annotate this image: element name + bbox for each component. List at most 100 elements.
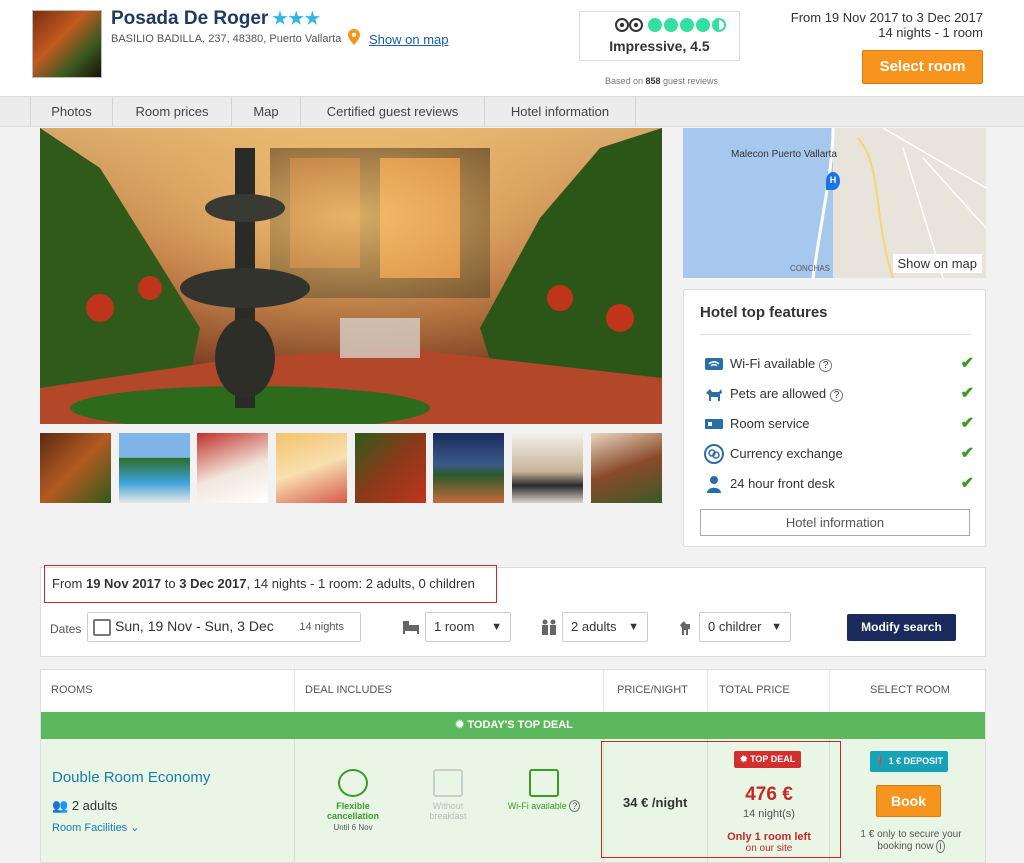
deposit-badge: ❗ 1 € DEPOSIT xyxy=(870,751,948,772)
search-summary: From 19 Nov 2017 to 3 Dec 2017, 14 night… xyxy=(44,565,497,603)
deal-flexible-cancellation: Flexible cancellation Until 6 Nov xyxy=(313,769,393,832)
pet-icon xyxy=(706,389,722,401)
tab-reviews[interactable]: Certified guest reviews xyxy=(301,97,485,127)
info-icon[interactable]: ? xyxy=(829,389,844,402)
availability-warning: Only 1 room left xyxy=(727,831,811,843)
tripadvisor-owl-icon xyxy=(615,18,643,32)
deal-includes-cell: Flexible cancellation Until 6 Nov Withou… xyxy=(295,739,604,862)
calendar-icon xyxy=(93,619,111,636)
checkmark-icon: ✔ xyxy=(960,385,974,402)
feature-pets: Pets are allowed ? ✔ xyxy=(704,383,974,405)
stay-nights-line: 14 nights - 1 room xyxy=(878,25,983,40)
feature-front-desk: 24 hour front desk ✔ xyxy=(704,473,974,495)
hotel-header: Posada De Roger ★★★ BASILIO BADILLA, 237,… xyxy=(0,0,1024,97)
wifi-icon xyxy=(529,769,559,797)
room-cell: Double Room Economy 👥 2 adults Room Faci… xyxy=(41,739,295,862)
star-rating: ★★★ xyxy=(272,9,322,28)
adults-select[interactable]: 2 adults ▼ xyxy=(562,612,648,642)
hotel-top-features: Hotel top features Wi-Fi available ? ✔ P… xyxy=(683,289,986,547)
checkmark-icon: ✔ xyxy=(960,355,974,372)
room-facilities-link[interactable]: Room Facilities ⌄ xyxy=(52,821,139,834)
map-preview[interactable]: Malecon Puerto Vallarta H CONCHAS Show o… xyxy=(683,128,986,278)
feature-label: 24 hour front desk xyxy=(730,476,835,491)
column-header-total-price: TOTAL PRICE xyxy=(708,670,830,712)
front-desk-icon xyxy=(707,476,721,493)
main-photo[interactable] xyxy=(40,128,662,424)
tab-map[interactable]: Map xyxy=(232,97,301,127)
nights-count: 14 nights xyxy=(299,621,344,633)
people-icon: 👥 xyxy=(52,798,69,813)
feature-label: Pets are allowed ? xyxy=(730,386,844,402)
tab-room-prices[interactable]: Room prices xyxy=(113,97,232,127)
hotel-address: BASILIO BADILLA, 237, 48380, Puerto Vall… xyxy=(111,33,342,45)
thumbnail-photo[interactable] xyxy=(433,433,504,503)
show-on-map-link[interactable]: Show on map xyxy=(369,32,449,47)
thumbnail-photo[interactable] xyxy=(355,433,426,503)
thumbnail-photo[interactable] xyxy=(119,433,190,503)
rating-bubble xyxy=(664,18,678,32)
checkmark-icon: ✔ xyxy=(960,445,974,462)
availability-note: on our site xyxy=(745,843,793,854)
gear-badge-icon: ✹ xyxy=(740,754,748,764)
thumbnail-photo[interactable] xyxy=(276,433,347,503)
column-header-select-room: SELECT ROOM xyxy=(870,684,950,696)
alert-icon: ❗ xyxy=(874,756,887,766)
stay-dates-line: From 19 Nov 2017 to 3 Dec 2017 xyxy=(790,10,983,25)
map-show-button[interactable]: Show on map xyxy=(892,254,982,273)
children-select[interactable]: 0 childrer ▼ xyxy=(699,612,791,642)
photo-thumbnails xyxy=(40,433,662,503)
feature-room-service: Room service ✔ xyxy=(704,413,974,435)
info-icon[interactable]: ? xyxy=(818,359,833,372)
column-header-rooms: ROOMS xyxy=(41,670,295,712)
adults-icon xyxy=(542,619,556,635)
modify-search-button[interactable]: Modify search xyxy=(847,614,956,641)
hotel-map-marker[interactable]: H xyxy=(826,172,840,190)
bed-icon xyxy=(403,621,419,634)
map-label-malecon: Malecon Puerto Vallarta xyxy=(731,149,837,160)
room-occupancy: 👥 2 adults xyxy=(52,798,118,813)
children-icon xyxy=(680,621,690,635)
stay-dates: From 19 Nov 2017 to 3 Dec 2017 14 nights… xyxy=(791,10,983,40)
thumbnail-photo[interactable] xyxy=(512,433,583,503)
chevron-down-icon: ⌄ xyxy=(130,822,140,834)
checkmark-icon: ✔ xyxy=(960,415,974,432)
info-icon[interactable]: i xyxy=(936,840,945,853)
coffee-cup-icon xyxy=(433,769,463,797)
total-nights: 14 night(s) xyxy=(743,808,795,820)
deal-wifi: Wi-Fi available ? xyxy=(504,769,584,812)
chevron-down-icon: ▼ xyxy=(771,621,782,633)
book-button[interactable]: Book xyxy=(876,785,941,817)
room-name-link[interactable]: Double Room Economy xyxy=(52,769,210,786)
tab-hotel-information[interactable]: Hotel information xyxy=(485,97,636,127)
hotel-title: Posada De Roger ★★★ xyxy=(111,8,322,29)
hotel-information-button[interactable]: Hotel information xyxy=(700,509,970,536)
feature-label: Room service xyxy=(730,416,810,431)
thumbnail-photo[interactable] xyxy=(197,433,268,503)
date-range-value: Sun, 19 Nov - Sun, 3 Dec xyxy=(115,618,274,634)
features-title: Hotel top features xyxy=(700,304,828,321)
reviews-count: Based on 858 guest reviews xyxy=(604,76,719,86)
tab-photos[interactable]: Photos xyxy=(30,97,113,127)
rating-bubble xyxy=(696,18,710,32)
thumbnail-photo[interactable] xyxy=(40,433,111,503)
thumbnail-photo[interactable] xyxy=(591,433,662,503)
rooms-select[interactable]: 1 room ▼ xyxy=(425,612,511,642)
select-room-button[interactable]: Select room xyxy=(862,50,983,84)
search-panel: From 19 Nov 2017 to 3 Dec 2017, 14 night… xyxy=(40,565,986,657)
date-range-picker[interactable]: Sun, 19 Nov - Sun, 3 Dec 14 nights xyxy=(87,612,361,642)
room-service-icon xyxy=(705,419,723,429)
dates-label: Dates xyxy=(50,622,82,636)
wifi-icon xyxy=(705,358,723,370)
info-icon[interactable]: ? xyxy=(569,800,581,812)
feature-wifi: Wi-Fi available ? ✔ xyxy=(704,353,974,375)
currency-icon xyxy=(704,444,724,464)
hotel-thumbnail[interactable] xyxy=(32,10,102,78)
rating-bubble-half xyxy=(712,18,726,32)
rating-box[interactable]: Impressive, 4.5 xyxy=(579,11,740,61)
feature-label: Currency exchange xyxy=(730,446,843,461)
rooms-table: ROOMS DEAL INCLUDES PRICE/NIGHT TOTAL PR… xyxy=(40,669,986,863)
rating-bubbles xyxy=(648,18,726,32)
checkmark-icon: ✔ xyxy=(960,475,974,492)
tab-bar: Photos Room prices Map Certified guest r… xyxy=(0,97,1024,127)
deal-without-breakfast: Without breakfast xyxy=(408,769,488,821)
